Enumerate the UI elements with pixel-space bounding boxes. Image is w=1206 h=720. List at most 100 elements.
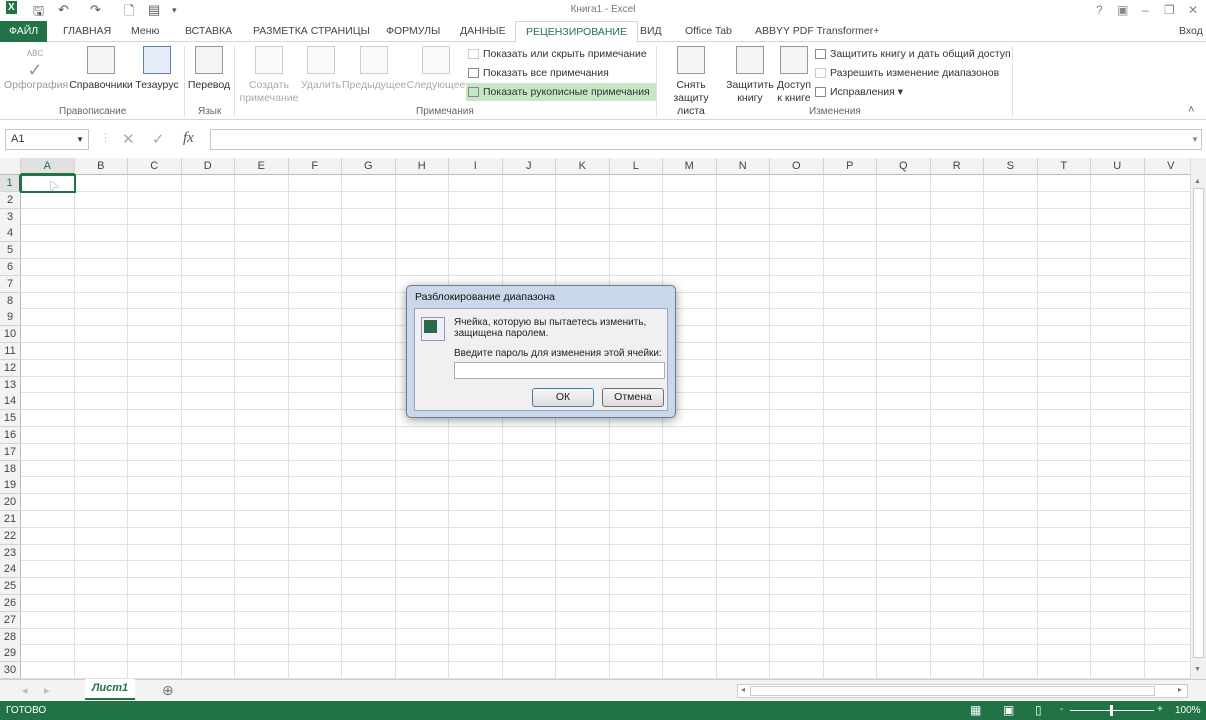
row-header[interactable]: 5 [0, 242, 21, 259]
column-header[interactable]: G [342, 158, 396, 175]
insert-function-button[interactable]: fx [183, 130, 194, 147]
sheet-tab[interactable]: Лист1 [85, 679, 135, 700]
collapse-ribbon-icon[interactable]: ˄ [1188, 104, 1194, 116]
tab-data[interactable]: ДАННЫЕ [450, 21, 516, 42]
row-header[interactable]: 11 [0, 343, 21, 360]
column-header[interactable]: I [449, 158, 503, 175]
show-hide-comment-button[interactable]: Показать или скрыть примечание [466, 45, 647, 63]
research-button[interactable]: Справочники [68, 46, 134, 92]
row-header[interactable]: 9 [0, 309, 21, 326]
row-header[interactable]: 15 [0, 410, 21, 427]
scroll-sheets-left-icon[interactable]: ◂ [22, 684, 28, 697]
help-button[interactable]: ? [1096, 3, 1103, 17]
tab-review[interactable]: РЕЦЕНЗИРОВАНИЕ [515, 21, 638, 43]
column-header[interactable]: Q [877, 158, 931, 175]
protect-workbook-button[interactable]: Защитить книгу [725, 46, 775, 105]
next-comment-button[interactable]: Следующее [406, 46, 466, 92]
column-header[interactable]: A [21, 158, 75, 175]
show-all-comments-button[interactable]: Показать все примечания [466, 64, 609, 82]
row-header[interactable]: 28 [0, 629, 21, 646]
column-header[interactable]: P [824, 158, 878, 175]
column-header[interactable]: F [289, 158, 343, 175]
page-layout-view-icon[interactable]: ▣ [1003, 703, 1014, 717]
row-header[interactable]: 30 [0, 662, 21, 679]
page-break-view-icon[interactable]: ▯ [1035, 703, 1042, 717]
row-header[interactable]: 21 [0, 511, 21, 528]
horizontal-scrollbar[interactable]: ◂ ▸ [737, 684, 1188, 698]
tab-page-layout[interactable]: РАЗМЕТКА СТРАНИЦЫ [243, 21, 380, 42]
column-header[interactable]: C [128, 158, 182, 175]
zoom-in-button[interactable]: + [1157, 704, 1163, 715]
sign-in-link[interactable]: Вход [1175, 21, 1206, 42]
column-header[interactable]: N [717, 158, 771, 175]
row-header[interactable]: 14 [0, 393, 21, 410]
row-header[interactable]: 13 [0, 377, 21, 394]
normal-view-icon[interactable]: ▦ [970, 703, 981, 717]
row-header[interactable]: 8 [0, 293, 21, 310]
column-header[interactable]: B [75, 158, 129, 175]
row-header[interactable]: 6 [0, 259, 21, 276]
column-header[interactable]: K [556, 158, 610, 175]
worksheet-grid[interactable]: ABCDEFGHIJKLMNOPQRSTUV123456789101112131… [0, 158, 1190, 679]
spelling-button[interactable]: ABC✓Орфография [4, 46, 66, 92]
row-header[interactable]: 27 [0, 612, 21, 629]
row-header[interactable]: 23 [0, 545, 21, 562]
row-header[interactable]: 26 [0, 595, 21, 612]
row-header[interactable]: 16 [0, 427, 21, 444]
zoom-slider-thumb[interactable] [1110, 705, 1113, 716]
row-header[interactable]: 1 [0, 175, 21, 192]
allow-edit-ranges-button[interactable]: Разрешить изменение диапазонов [813, 64, 999, 82]
horizontal-scroll-thumb[interactable] [750, 686, 1155, 696]
select-all-corner[interactable] [0, 158, 21, 175]
tab-home[interactable]: ГЛАВНАЯ [53, 21, 121, 42]
row-header[interactable]: 3 [0, 209, 21, 226]
ok-button[interactable]: ОК [532, 388, 594, 407]
scroll-sheets-right-icon[interactable]: ▸ [44, 684, 50, 697]
cancel-icon[interactable]: ✕ [122, 130, 135, 148]
close-button[interactable]: ✕ [1188, 3, 1198, 17]
row-header[interactable]: 25 [0, 578, 21, 595]
column-header[interactable]: L [610, 158, 664, 175]
column-header[interactable]: M [663, 158, 717, 175]
show-ink-button[interactable]: Показать рукописные примечания [466, 83, 656, 101]
row-header[interactable]: 10 [0, 326, 21, 343]
expand-formula-icon[interactable]: ▼ [1191, 135, 1199, 144]
cancel-button[interactable]: Отмена [602, 388, 664, 407]
row-header[interactable]: 2 [0, 192, 21, 209]
delete-comment-button[interactable]: Удалить [300, 46, 342, 92]
row-header[interactable]: 17 [0, 444, 21, 461]
translate-button[interactable]: Перевод [187, 46, 231, 92]
previous-comment-button[interactable]: Предыдущее [342, 46, 406, 92]
column-header[interactable]: S [984, 158, 1038, 175]
column-header[interactable]: D [182, 158, 236, 175]
row-header[interactable]: 24 [0, 561, 21, 578]
tab-file[interactable]: ФАЙЛ [0, 21, 47, 42]
column-header[interactable]: H [396, 158, 450, 175]
password-input[interactable] [454, 362, 665, 379]
formula-input[interactable] [210, 129, 1202, 150]
tab-formulas[interactable]: ФОРМУЛЫ [376, 21, 450, 42]
column-header[interactable]: U [1091, 158, 1145, 175]
column-header[interactable]: T [1038, 158, 1092, 175]
vertical-scroll-thumb[interactable] [1193, 188, 1204, 658]
row-header[interactable]: 12 [0, 360, 21, 377]
row-header[interactable]: 4 [0, 225, 21, 242]
row-header[interactable]: 22 [0, 528, 21, 545]
row-header[interactable]: 19 [0, 477, 21, 494]
row-header[interactable]: 7 [0, 276, 21, 293]
tab-insert[interactable]: ВСТАВКА [175, 21, 242, 42]
zoom-level[interactable]: 100% [1175, 705, 1201, 716]
ribbon-display-button[interactable]: ▣ [1117, 3, 1128, 17]
share-workbook-button[interactable]: Доступ к книге [775, 46, 813, 105]
vertical-scrollbar[interactable]: ▲ ▼ [1190, 158, 1206, 679]
add-sheet-icon[interactable]: ⊕ [162, 682, 174, 699]
protect-share-button[interactable]: Защитить книгу и дать общий доступ [813, 45, 1011, 63]
tab-office-tab[interactable]: Office Tab [675, 21, 742, 42]
column-header[interactable]: V [1145, 158, 1191, 175]
track-changes-button[interactable]: Исправления ▾ [813, 83, 903, 101]
column-header[interactable]: J [503, 158, 557, 175]
enter-icon[interactable]: ✓ [152, 130, 165, 148]
tab-menu[interactable]: Меню [121, 21, 169, 42]
maximize-button[interactable]: ❐ [1164, 3, 1175, 17]
zoom-out-button[interactable]: - [1060, 704, 1063, 715]
